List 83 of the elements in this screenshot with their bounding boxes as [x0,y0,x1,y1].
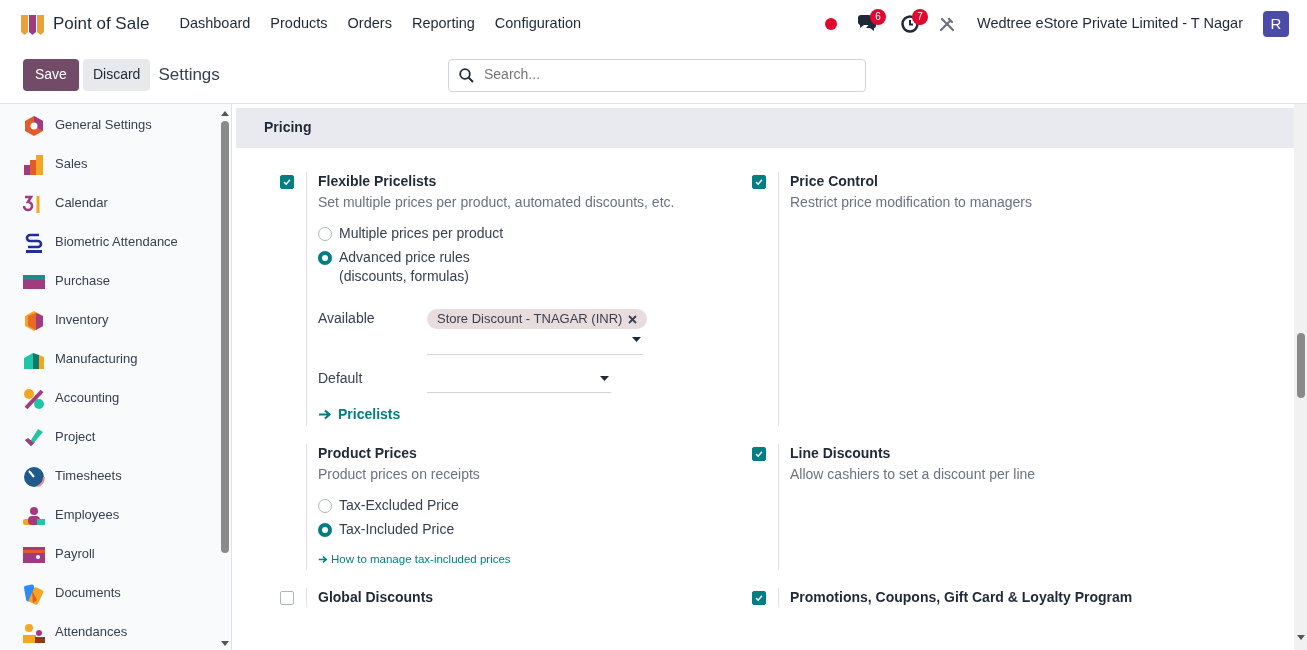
page-title: Settings [158,64,220,87]
percent-icon [23,387,45,410]
dial-icon [23,465,45,488]
discard-button[interactable]: Discard [82,59,151,91]
activity-count-badge: 7 [912,8,929,25]
setting-title: Product Prices [318,444,418,464]
menu-item[interactable]: Dashboard [169,13,261,34]
sidebar-item[interactable]: Purchase [0,262,219,301]
sidebar-item[interactable]: Calendar [0,184,219,223]
setting-title: Global Discounts [318,587,434,607]
sidebar-item[interactable]: Employees [0,496,219,535]
people-icon [23,621,45,644]
setting-description: Product prices on receipts [318,464,481,484]
sidebar-item[interactable]: Timesheets [0,457,219,496]
cube-icon [23,309,45,332]
setting-title: Flexible Pricelists [318,172,438,191]
radio-button[interactable] [318,499,332,514]
arrow-right-icon [318,409,332,421]
app-name[interactable]: Point of Sale [53,11,150,36]
radio-button[interactable] [318,227,332,242]
scroll-down-icon[interactable] [220,640,230,648]
message-count-badge: 6 [870,8,887,25]
setting-title: Line Discounts [790,444,892,464]
app-logo-icon [20,12,45,35]
scroll-up-icon[interactable] [220,109,230,117]
tag-label: Store Discount - TNAGAR (INR) [437,309,623,328]
sidebar-item[interactable]: Accounting [0,379,219,418]
status-dot-icon[interactable] [825,17,838,30]
help-link[interactable]: How to manage tax-included prices [318,551,511,568]
close-icon[interactable] [628,314,638,324]
company-name[interactable]: Wedtree eStore Private Limited - T Nagar [977,13,1243,34]
sidebar-item[interactable]: Attendances [0,613,219,650]
setting-title: Promotions, Coupons, Gift Card & Loyalty Program [790,587,1133,607]
checkbox[interactable] [752,590,766,605]
setting-description: Allow cashiers to set a discount per line [790,464,1036,484]
radio-button[interactable] [318,250,332,265]
user-avatar[interactable]: R [1263,10,1289,37]
radio-label[interactable]: Tax-Included Price [339,519,455,540]
field-label: Default [318,369,364,389]
sidebar-item[interactable]: Inventory [0,301,219,340]
menu-item[interactable]: Configuration [484,13,592,34]
caret-icon [632,337,641,343]
checkmark-icon [23,426,45,449]
checkmark-icon [753,176,765,188]
checkbox[interactable] [280,590,294,605]
caret-icon [600,376,609,382]
documents-icon [23,582,45,605]
section-header: Pricing [236,108,1294,148]
tools-icon[interactable] [939,15,956,32]
checkbox[interactable] [752,447,766,462]
menu-item[interactable]: Orders [337,13,402,34]
field-label: Available [318,308,376,328]
sidebar-item[interactable]: Payroll [0,535,219,574]
search-icon [459,67,474,83]
radio-label[interactable]: Advanced price rules (discounts, formulas) [339,247,523,287]
setting-description: Set multiple prices per product, automated discounts, etc. [318,192,675,212]
setting-description: Restrict price modification to managers [790,192,1032,212]
radio-label[interactable]: Multiple prices per product [339,224,504,244]
checkbox[interactable] [752,175,766,189]
sidebar-item[interactable]: Manufacturing [0,340,219,379]
sidebar-item[interactable]: Biometric Attendance [0,223,219,262]
bar-chart-icon [23,153,45,176]
checkbox[interactable] [280,175,294,189]
radio-button[interactable] [318,522,332,537]
checkmark-icon [281,176,293,188]
search-field[interactable]: Search... [448,58,866,92]
sidebar-item[interactable]: Sales [0,145,219,184]
setting-title: Price Control [790,172,879,191]
scrollbar-thumb[interactable] [1296,333,1305,398]
menu-item[interactable]: Reporting [401,13,485,34]
people-icon [23,504,45,527]
sidebar-item[interactable]: Project [0,418,219,457]
sidebar-item[interactable]: Documents [0,574,219,613]
radio-label[interactable]: Tax-Excluded Price [339,496,459,516]
sidebar-item[interactable]: General Settings [0,106,219,145]
gear-hexagon-icon [23,114,45,137]
scrollbar-thumb[interactable] [221,121,229,553]
scroll-down-icon[interactable] [1295,634,1306,642]
menu-item[interactable]: Products [260,13,338,34]
save-button[interactable]: Save [23,59,79,91]
letter-s-logo-icon [23,231,45,254]
pricelists-link[interactable]: Pricelists [318,405,401,425]
arrow-right-icon [318,554,328,564]
